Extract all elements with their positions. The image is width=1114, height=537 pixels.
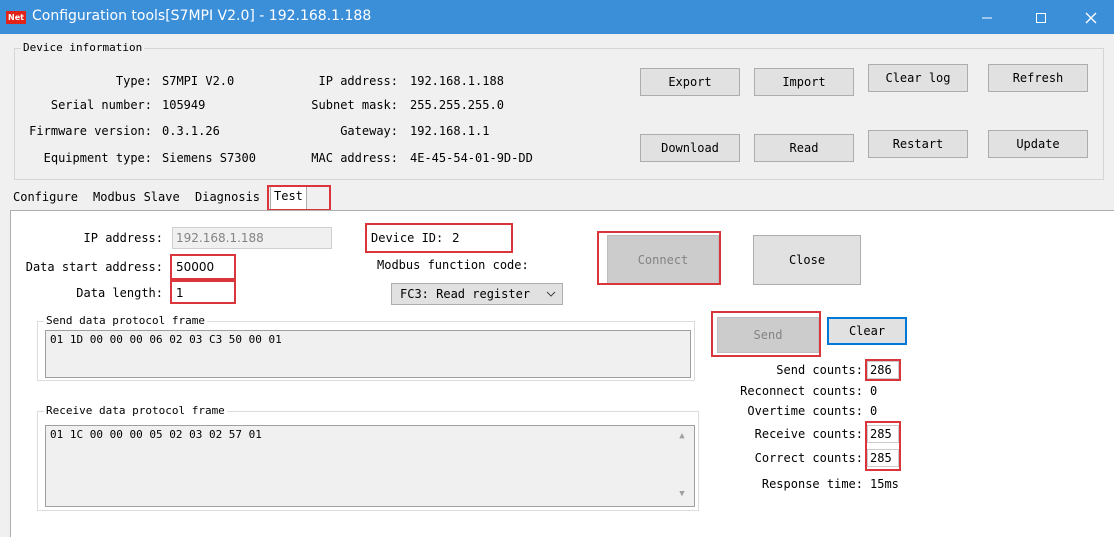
scroll-down-icon[interactable]: ▼ <box>675 489 689 501</box>
firmware-version-label: Firmware version: <box>29 124 152 138</box>
maximize-button[interactable] <box>1018 0 1064 34</box>
serial-number-label: Serial number: <box>50 98 152 112</box>
gateway-value: 192.168.1.1 <box>410 124 490 138</box>
device-id-label: Device ID: <box>371 231 444 245</box>
subnet-mask-value: 255.255.255.0 <box>410 98 504 112</box>
receive-counts-label: Receive counts: <box>754 427 863 441</box>
ip-address-label: IP address: <box>318 74 398 88</box>
clear-button[interactable]: Clear <box>827 317 907 345</box>
send-counts-value: 286 <box>867 361 899 379</box>
app-icon: Net <box>6 11 26 24</box>
gateway-label: Gateway: <box>340 124 398 138</box>
overtime-counts-label: Overtime counts: <box>747 404 863 418</box>
equipment-type-label: Equipment type: <box>43 151 152 165</box>
test-ip-address-label: IP address: <box>83 231 163 245</box>
tab-modbus-slave[interactable]: Modbus Slave <box>90 187 183 209</box>
receive-frame-textarea[interactable]: 01 1C 00 00 00 05 02 03 02 57 01 <box>45 425 695 507</box>
tab-diagnosis[interactable]: Diagnosis <box>192 187 263 209</box>
minimize-icon <box>982 17 992 18</box>
mac-address-label: MAC address: <box>311 151 398 165</box>
close-button[interactable]: Close <box>753 235 861 285</box>
modbus-function-select[interactable]: FC3: Read register <box>391 283 563 305</box>
data-length-label: Data length: <box>76 286 163 300</box>
read-button[interactable]: Read <box>754 134 854 162</box>
data-length-input[interactable]: 1 <box>172 282 232 304</box>
import-button[interactable]: Import <box>754 68 854 96</box>
close-window-button[interactable] <box>1068 0 1114 34</box>
receive-frame-legend: Receive data protocol frame <box>44 404 227 417</box>
send-button[interactable]: Send <box>717 317 819 353</box>
serial-number-value: 105949 <box>162 98 206 112</box>
window-title: Configuration tools[S7MPI V2.0] - 192.16… <box>32 8 372 24</box>
title-bar: Net Configuration tools[S7MPI V2.0] - 19… <box>0 0 1114 34</box>
download-button[interactable]: Download <box>640 134 740 162</box>
data-start-address-label: Data start address: <box>25 260 163 274</box>
test-panel: IP address: 192.168.1.188 Data start add… <box>10 210 1114 537</box>
test-ip-address-input[interactable]: 192.168.1.188 <box>172 227 332 249</box>
minimize-button[interactable] <box>964 0 1010 34</box>
type-label: Type: <box>115 74 152 88</box>
equipment-type-value: Siemens S7300 <box>162 151 256 165</box>
clear-log-button[interactable]: Clear log <box>868 64 968 92</box>
modbus-function-code-label: Modbus function code: <box>377 258 529 272</box>
scroll-up-icon[interactable]: ▲ <box>675 431 689 443</box>
reconnect-counts-value: 0 <box>870 384 878 398</box>
response-time-value: 15ms <box>870 477 899 491</box>
connect-button[interactable]: Connect <box>607 235 719 285</box>
overtime-counts-value: 0 <box>870 404 878 418</box>
receive-counts-value: 285 <box>867 425 899 443</box>
chevron-down-icon <box>546 284 556 310</box>
ip-address-value: 192.168.1.188 <box>410 74 504 88</box>
firmware-version-value: 0.3.1.26 <box>162 124 220 138</box>
tab-test[interactable]: Test <box>270 185 307 209</box>
send-frame-legend: Send data protocol frame <box>44 314 207 327</box>
client-area: Device information Type: S7MPI V2.0 Seri… <box>0 34 1114 537</box>
device-info-legend: Device information <box>21 41 145 54</box>
mac-address-value: 4E-45-54-01-9D-DD <box>410 151 533 165</box>
maximize-icon <box>1036 12 1046 23</box>
tab-configure[interactable]: Configure <box>10 187 81 209</box>
update-button[interactable]: Update <box>988 130 1088 158</box>
export-button[interactable]: Export <box>640 68 740 96</box>
send-counts-label: Send counts: <box>776 363 863 377</box>
type-value: S7MPI V2.0 <box>162 74 235 88</box>
close-icon <box>1085 12 1097 23</box>
refresh-button[interactable]: Refresh <box>988 64 1088 92</box>
correct-counts-value: 285 <box>867 449 899 467</box>
device-id-input[interactable]: 2 <box>448 227 510 249</box>
subnet-mask-label: Subnet mask: <box>311 98 398 112</box>
response-time-label: Response time: <box>761 477 863 491</box>
data-start-address-input[interactable]: 50000 <box>172 256 232 278</box>
correct-counts-label: Correct counts: <box>754 451 863 465</box>
send-frame-textarea[interactable]: 01 1D 00 00 00 06 02 03 C3 50 00 01 <box>45 330 691 378</box>
reconnect-counts-label: Reconnect counts: <box>740 384 863 398</box>
modbus-function-value: FC3: Read register <box>400 287 531 301</box>
restart-button[interactable]: Restart <box>868 130 968 158</box>
